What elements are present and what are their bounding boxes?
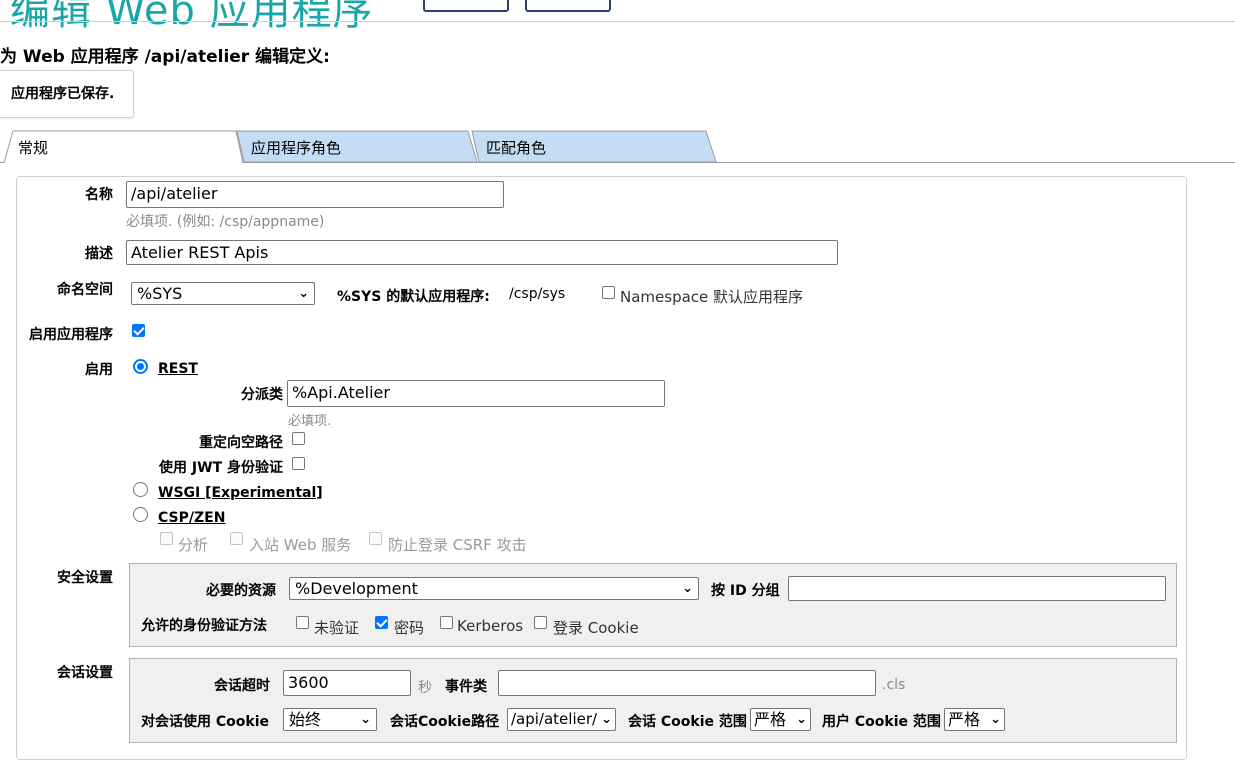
session-timeout-unit: 秒 <box>418 680 432 696</box>
auth-password-checkbox[interactable] <box>375 616 388 629</box>
session-cookie-scope-select-value: 严格 <box>754 710 787 729</box>
enable-app-checkbox[interactable] <box>132 324 145 337</box>
security-settings-label: 安全设置 <box>57 570 113 586</box>
event-class-suffix: .cls <box>882 677 906 693</box>
jwt-auth-checkbox[interactable] <box>292 457 305 470</box>
auth-kerberos-label: Kerberos <box>457 617 524 635</box>
use-cookie-select-value: 始终 <box>289 710 322 729</box>
namespace-default-value: /csp/sys <box>509 286 566 302</box>
csrf-checkbox[interactable] <box>369 532 382 545</box>
dispatch-class-hint: 必填项. <box>288 414 332 429</box>
analytics-checkbox[interactable] <box>160 532 173 545</box>
chevron-down-icon: ⌄ <box>796 712 807 727</box>
namespace-default-label: %SYS 的默认应用程序: <box>337 289 490 305</box>
description-input[interactable]: Atelier REST Apis <box>126 240 838 265</box>
dispatch-class-label: 分派类 <box>241 387 283 403</box>
rest-radio[interactable] <box>133 359 148 374</box>
chevron-down-icon: ⌄ <box>990 712 1001 727</box>
tab-matching-roles[interactable]: 匹配角色 <box>471 130 717 163</box>
user-cookie-scope-select[interactable]: 严格 ⌄ <box>944 708 1005 731</box>
namespace-label: 命名空间 <box>57 282 113 298</box>
session-cookie-scope-select[interactable]: 严格 ⌄ <box>750 708 811 731</box>
tab-general[interactable]: 常规 <box>3 130 243 163</box>
header-divider <box>0 21 1235 22</box>
inbound-web-services-checkbox[interactable] <box>230 532 243 545</box>
namespace-default-checkbox-label: Namespace 默认应用程序 <box>620 288 804 306</box>
cookie-path-select[interactable]: /api/atelier/ ⌄ <box>507 708 616 731</box>
jwt-auth-label: 使用 JWT 身份验证 <box>159 460 283 476</box>
auth-methods-label: 允许的身份验证方法 <box>141 618 267 634</box>
csp-link[interactable]: CSP/ZEN <box>158 510 225 526</box>
chevron-down-icon: ⌄ <box>601 712 612 727</box>
cookie-path-label: 会话Cookie路径 <box>390 714 500 730</box>
user-cookie-scope-label: 用户 Cookie 范围 <box>822 714 941 730</box>
group-by-id-input[interactable] <box>788 576 1166 601</box>
auth-login-cookie-label: 登录 Cookie <box>553 619 639 637</box>
cookie-path-select-value: /api/atelier/ <box>511 710 598 728</box>
wsgi-radio[interactable] <box>133 482 148 497</box>
session-settings-label: 会话设置 <box>57 665 113 681</box>
tab-app-roles[interactable]: 应用程序角色 <box>236 130 478 163</box>
enable-app-label: 启用应用程序 <box>29 327 113 343</box>
auth-kerberos-checkbox[interactable] <box>440 616 453 629</box>
auth-unauthenticated-checkbox[interactable] <box>296 616 309 629</box>
saved-message: 应用程序已保存. <box>0 70 134 118</box>
group-by-id-label: 按 ID 分组 <box>711 583 780 599</box>
tab-general-label: 常规 <box>18 139 49 157</box>
required-resource-label: 必要的资源 <box>206 583 276 599</box>
name-input[interactable]: /api/atelier <box>126 181 504 208</box>
auth-password-label: 密码 <box>394 619 425 637</box>
analytics-label: 分析 <box>178 536 209 554</box>
inbound-web-services-label: 入站 Web 服务 <box>249 536 352 554</box>
tab-matching-roles-label: 匹配角色 <box>486 139 547 157</box>
header-button-2[interactable] <box>525 0 611 12</box>
chevron-down-icon: ⌄ <box>298 286 309 301</box>
chevron-down-icon: ⌄ <box>682 581 693 596</box>
auth-unauthenticated-label: 未验证 <box>314 619 360 637</box>
namespace-select[interactable]: %SYS ⌄ <box>131 282 315 305</box>
redirect-empty-path-label: 重定向空路径 <box>199 435 283 451</box>
use-cookie-label: 对会话使用 Cookie <box>141 714 269 730</box>
event-class-label: 事件类 <box>445 679 487 695</box>
redirect-empty-path-checkbox[interactable] <box>292 432 305 445</box>
enable-type-label: 启用 <box>85 362 113 378</box>
required-resource-select[interactable]: %Development ⌄ <box>289 577 699 600</box>
name-hint: 必填项. (例如: /csp/appname) <box>126 214 325 230</box>
session-timeout-label: 会话超时 <box>214 678 270 694</box>
event-class-input[interactable] <box>498 670 876 696</box>
tab-app-roles-label: 应用程序角色 <box>251 139 342 157</box>
user-cookie-scope-select-value: 严格 <box>948 710 981 729</box>
wsgi-link[interactable]: WSGI [Experimental] <box>158 485 323 501</box>
chevron-down-icon: ⌄ <box>360 712 371 727</box>
csp-radio[interactable] <box>133 507 148 522</box>
description-label: 描述 <box>85 246 113 262</box>
session-cookie-scope-label: 会话 Cookie 范围 <box>628 714 747 730</box>
page-subtitle: 为 Web 应用程序 /api/atelier 编辑定义: <box>0 47 330 67</box>
namespace-default-checkbox[interactable] <box>602 286 615 299</box>
dispatch-class-input[interactable]: %Api.Atelier <box>287 380 665 407</box>
use-cookie-select[interactable]: 始终 ⌄ <box>283 708 377 731</box>
session-timeout-input[interactable]: 3600 <box>283 670 411 696</box>
rest-link[interactable]: REST <box>158 361 198 377</box>
csrf-label: 防止登录 CSRF 攻击 <box>388 536 527 554</box>
header-button-1[interactable] <box>423 0 509 12</box>
name-label: 名称 <box>85 187 113 203</box>
page-title: 编辑 Web 应用程序 <box>10 0 374 34</box>
required-resource-select-value: %Development <box>295 579 418 598</box>
namespace-select-value: %SYS <box>137 284 183 303</box>
auth-login-cookie-checkbox[interactable] <box>534 616 547 629</box>
